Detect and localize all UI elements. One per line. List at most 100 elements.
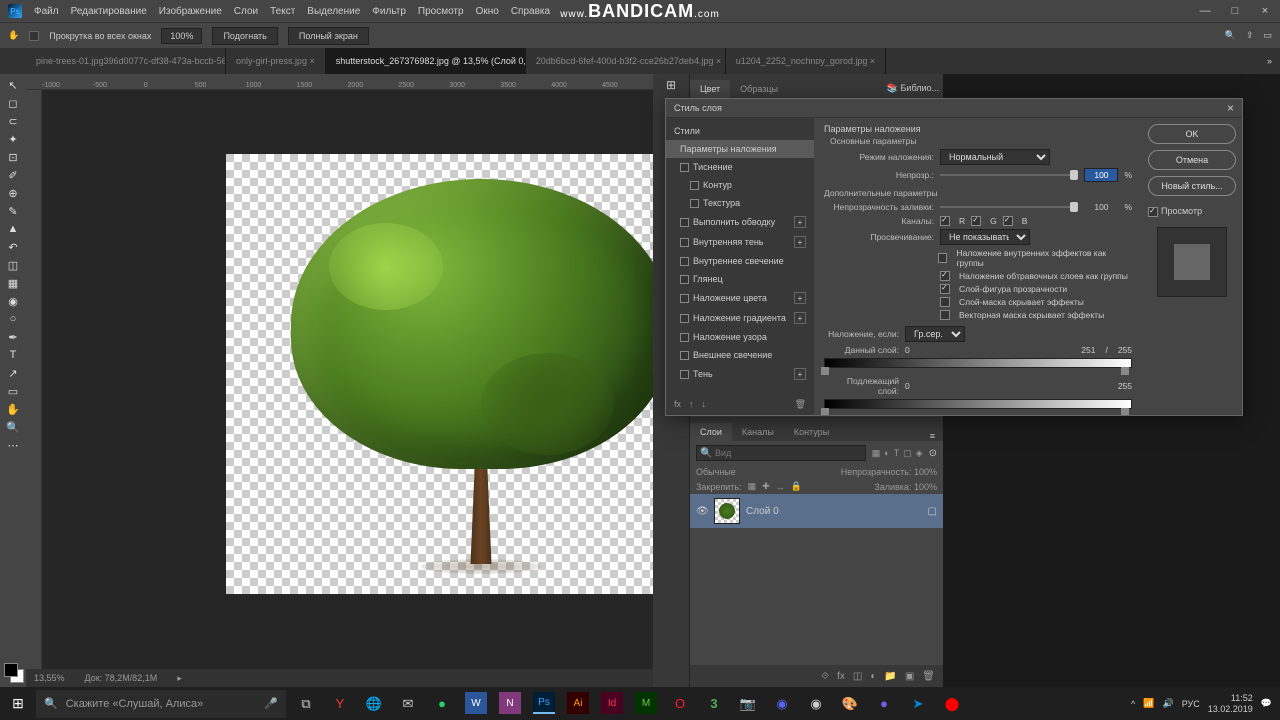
app-discord[interactable]: ◉ bbox=[766, 687, 798, 720]
panel-icon-1[interactable]: ⊞ bbox=[666, 78, 676, 92]
canvas[interactable] bbox=[226, 154, 653, 594]
scroll-all-checkbox[interactable] bbox=[29, 31, 39, 41]
marquee-tool[interactable]: ◻ bbox=[0, 94, 26, 112]
style-item-8[interactable]: Наложение градиента+ bbox=[666, 308, 814, 328]
group-icon[interactable]: 📁 bbox=[884, 671, 896, 682]
fullscreen-button[interactable]: Полный экран bbox=[288, 27, 369, 45]
style-add-7[interactable]: + bbox=[794, 292, 806, 304]
color-swatches[interactable] bbox=[0, 659, 26, 687]
delete-layer-icon[interactable]: 🗑 bbox=[922, 671, 935, 682]
knockout-select[interactable]: Не показывать bbox=[940, 229, 1030, 245]
app-3[interactable]: 3 bbox=[698, 687, 730, 720]
window-maximize[interactable]: □ bbox=[1220, 0, 1250, 22]
window-minimize[interactable]: — bbox=[1190, 0, 1220, 22]
channel-b[interactable] bbox=[1003, 216, 1013, 226]
dodge-tool[interactable]: ○ bbox=[0, 310, 26, 328]
app-whatsapp[interactable]: ● bbox=[426, 687, 458, 720]
brush-tool[interactable]: ✎ bbox=[0, 202, 26, 220]
style-cb-4[interactable] bbox=[680, 238, 689, 247]
style-add-8[interactable]: + bbox=[794, 312, 806, 324]
status-zoom[interactable]: 13,55% bbox=[34, 673, 65, 683]
fx-icon[interactable]: fx bbox=[674, 399, 681, 409]
channel-r[interactable] bbox=[940, 216, 950, 226]
style-item-2[interactable]: Текстура bbox=[666, 194, 814, 212]
cb-transparency-shapes[interactable] bbox=[940, 284, 950, 294]
doc-tab-0[interactable]: pine-trees-01.jpg396d0077c-df38-473a-bcc… bbox=[26, 48, 226, 74]
app-indesign[interactable]: Id bbox=[601, 692, 623, 714]
tray-up-icon[interactable]: ^ bbox=[1131, 699, 1135, 709]
style-item-6[interactable]: Глянец bbox=[666, 270, 814, 288]
doc-tab-2[interactable]: shutterstock_267376982.jpg @ 13,5% (Слой… bbox=[326, 48, 526, 74]
this-layer-gradient[interactable] bbox=[824, 358, 1132, 368]
filter-type-icon[interactable]: T bbox=[894, 448, 900, 459]
filter-pixel-icon[interactable]: ▦ bbox=[872, 448, 881, 459]
opacity-value[interactable]: 100% bbox=[914, 467, 937, 477]
menu-image[interactable]: Изображение bbox=[159, 6, 222, 17]
adjustment-layer-icon[interactable]: ◐ bbox=[870, 671, 876, 682]
style-up-icon[interactable]: ↑ bbox=[689, 399, 694, 409]
cancel-button[interactable]: Отмена bbox=[1148, 150, 1236, 170]
menu-layers[interactable]: Слои bbox=[234, 6, 258, 17]
style-cb-6[interactable] bbox=[680, 275, 689, 284]
eyedropper-tool[interactable]: ✐ bbox=[0, 166, 26, 184]
filter-icon[interactable]: 🔍 bbox=[700, 448, 712, 459]
style-add-3[interactable]: + bbox=[794, 216, 806, 228]
lock-position-icon[interactable]: ✚ bbox=[762, 481, 770, 492]
style-item-7[interactable]: Наложение цвета+ bbox=[666, 288, 814, 308]
style-item-9[interactable]: Наложение узора bbox=[666, 328, 814, 346]
menu-view[interactable]: Просмотр bbox=[418, 6, 464, 17]
style-cb-8[interactable] bbox=[680, 314, 689, 323]
app-viber[interactable]: ● bbox=[868, 687, 900, 720]
app-record[interactable]: ⬤ bbox=[936, 687, 968, 720]
link-layers-icon[interactable]: ⟐ bbox=[821, 671, 829, 682]
doc-tab-1[interactable]: only-girl-press.jpg × bbox=[226, 48, 326, 74]
style-item-5[interactable]: Внутреннее свечение bbox=[666, 252, 814, 270]
filter-shape-icon[interactable]: ▢ bbox=[903, 448, 912, 459]
pen-tool[interactable]: ✒ bbox=[0, 328, 26, 346]
style-cb-2[interactable] bbox=[690, 199, 699, 208]
start-button[interactable]: ⊞ bbox=[0, 687, 36, 720]
tray-clock[interactable]: 11:5213.02.2019 bbox=[1208, 693, 1253, 715]
tab-color[interactable]: Цвет bbox=[690, 80, 730, 98]
style-add-11[interactable]: + bbox=[794, 368, 806, 380]
blur-tool[interactable]: ◉ bbox=[0, 292, 26, 310]
fill-opacity-slider[interactable] bbox=[940, 201, 1078, 213]
layer-thumbnail[interactable] bbox=[714, 498, 740, 524]
style-item-11[interactable]: Тень+ bbox=[666, 364, 814, 384]
opacity-slider[interactable] bbox=[940, 169, 1078, 181]
blend-mode-select[interactable]: Обычные bbox=[696, 467, 736, 477]
cortana-search[interactable]: 🔍 Скажите «Слушай, Алиса» 🎤 bbox=[36, 690, 286, 718]
share-icon[interactable]: ⇪ bbox=[1246, 30, 1254, 41]
styles-header[interactable]: Стили bbox=[666, 122, 814, 140]
fill-value[interactable]: 100% bbox=[914, 482, 937, 492]
workspace-icon[interactable]: ▭ bbox=[1263, 30, 1272, 41]
new-layer-icon[interactable]: ▣ bbox=[905, 671, 914, 682]
stamp-tool[interactable]: ▲ bbox=[0, 220, 26, 238]
tray-volume-icon[interactable]: 🔊 bbox=[1162, 698, 1173, 709]
style-add-4[interactable]: + bbox=[794, 236, 806, 248]
style-cb-11[interactable] bbox=[680, 370, 689, 379]
doc-tab-4[interactable]: u1204_2252_nochnoy_gorod.jpg × bbox=[726, 48, 886, 74]
app-mail[interactable]: ✉ bbox=[392, 687, 424, 720]
layer-row-0[interactable]: 👁 Слой 0 ▢ bbox=[690, 494, 943, 528]
filter-toggle[interactable]: ⊙ bbox=[929, 448, 937, 459]
blendif-select[interactable]: Гр.сер. bbox=[905, 326, 965, 342]
menu-text[interactable]: Текст bbox=[270, 6, 295, 17]
style-item-0[interactable]: Тиснение bbox=[666, 158, 814, 176]
tray-network-icon[interactable]: 📶 bbox=[1143, 698, 1154, 709]
doc-tab-3[interactable]: 20db6bcd-6fef-400d-b3f2-cce26b27deb4.jpg… bbox=[526, 48, 726, 74]
tab-layers[interactable]: Слои bbox=[690, 423, 732, 441]
style-item-3[interactable]: Выполнить обводку+ bbox=[666, 212, 814, 232]
tool-overflow[interactable]: ⋯ bbox=[0, 436, 26, 454]
layer-props-icon[interactable]: ▢ bbox=[928, 506, 937, 517]
lock-pixels-icon[interactable]: ▦ bbox=[748, 481, 757, 492]
blending-options-item[interactable]: Параметры наложения bbox=[666, 140, 814, 158]
style-delete-icon[interactable]: 🗑 bbox=[795, 399, 806, 410]
app-photoshop[interactable]: Ps bbox=[533, 692, 555, 714]
style-cb-0[interactable] bbox=[680, 163, 689, 172]
app-chrome[interactable]: 🌐 bbox=[358, 687, 390, 720]
style-cb-7[interactable] bbox=[680, 294, 689, 303]
cb-vector-mask-hides[interactable] bbox=[940, 310, 950, 320]
cb-layer-mask-hides[interactable] bbox=[940, 297, 950, 307]
lock-all-icon[interactable]: 🔒 bbox=[791, 481, 802, 492]
